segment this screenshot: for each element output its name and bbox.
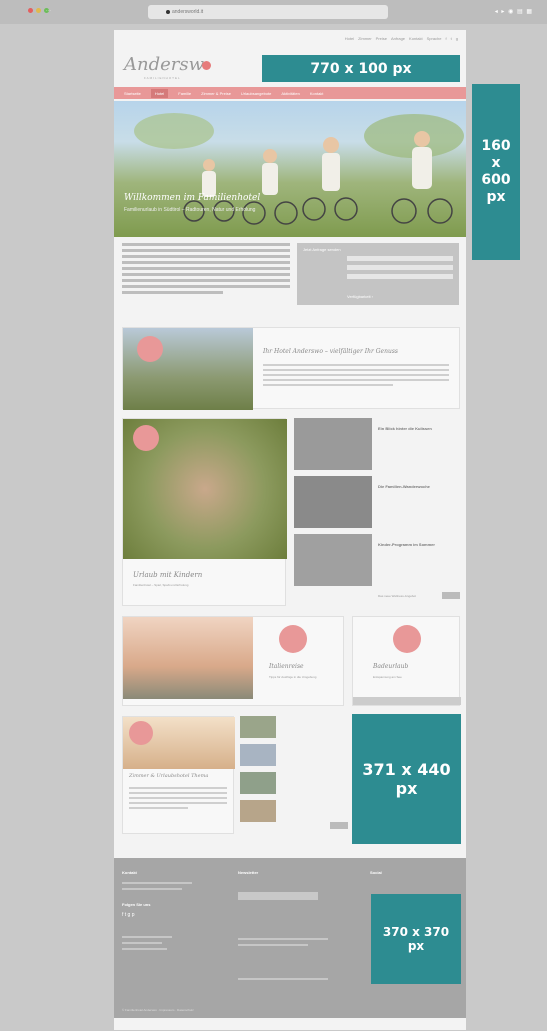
topnav-item[interactable]: Zimmer [358,36,372,41]
small-news-list [240,716,348,834]
news-title[interactable]: Das neue Wellness-Angebot [378,594,438,598]
footer-heading: Social [370,870,382,875]
feature-card-hotel[interactable]: Ihr Hotel Anderswo – vielfältiger Ihr Ge… [122,327,460,410]
footer-copyright: © Familienhotel Anderswo · Impressum · D… [122,1008,194,1012]
booking-submit-button[interactable]: Verfügbarkeit › [347,294,373,299]
badge-icon [129,721,153,745]
news-thumb[interactable] [240,744,276,766]
browser-chrome: ··· andersworld.it ◂ ▸ ◉ ▤ ▦ [0,0,547,24]
hero-title: Willkommen im Familienhotel [124,193,261,203]
ad-rectangle-large: 371 x 440 px [352,714,461,844]
social-icons[interactable]: f t g p [122,912,135,918]
topnav-item[interactable]: Kontakt [409,36,423,41]
ad-size-label: x [491,155,501,172]
footer-heading: Folgen Sie uns [122,902,151,907]
news-title[interactable]: Kinder-Programm im Sommer [378,542,458,547]
nav-item[interactable]: Startseite [124,91,141,96]
logo-text: Andersw [124,54,205,75]
feature-card-italy[interactable]: Italienreise Tipps für Ausflüge in die U… [122,616,344,706]
logo-subtitle: FAMILIENHOTEL [144,76,181,80]
family-cycling-illustration [134,113,464,225]
ad-leaderboard: 770 x 100 px [262,55,460,82]
browser-tabs[interactable]: ··· [46,8,51,14]
news-title[interactable]: Die Familien-Wanderwoche [378,484,458,489]
topnav-item[interactable]: Hotel [345,36,354,41]
feature-title: Urlaub mit Kindern [133,571,203,579]
feature-subtitle: Tipps für Ausflüge in die Umgebung [269,675,317,679]
town-photo [123,617,253,699]
card-footer-bar [353,697,461,705]
site-logo[interactable]: Andersw [124,54,212,75]
news-thumb[interactable] [240,772,276,794]
nav-item[interactable]: Familie [178,91,191,96]
ad-size-label: 370 x 370 [382,925,450,939]
news-thumb[interactable] [240,800,276,822]
footer-heading: Newsletter [238,870,259,875]
ad-size-label: 600 [481,172,511,188]
feature-title: Badeurlaub [373,663,409,670]
logo-dot-icon [202,60,212,70]
google-icon[interactable]: g [456,36,458,41]
newsletter-input[interactable] [238,892,318,900]
footer-heading: Kontakt [122,870,137,875]
feature-card-rooms[interactable]: Zimmer & Urlaubshotel Thema [122,716,235,834]
news-thumb[interactable] [240,716,276,738]
nav-item[interactable]: Aktivitäten [281,91,299,96]
facebook-icon[interactable]: f [446,36,447,41]
more-button[interactable] [330,822,348,829]
news-thumb[interactable] [294,418,372,470]
nav-item[interactable]: Kontakt [310,91,324,96]
feature-card-bath[interactable]: Badeurlaub Entspannung am See [352,616,461,706]
ad-size-label: 770 x 100 px [310,60,412,77]
badge-icon [279,625,307,653]
feature-title: Italienreise [269,663,304,670]
arrival-field[interactable] [347,256,453,261]
minimize-icon[interactable] [36,8,41,13]
feature-title: Ihr Hotel Anderswo – vielfältiger Ihr Ge… [263,348,398,355]
lock-icon [166,10,170,14]
feature-title: Zimmer & Urlaubshotel Thema [129,773,209,779]
badge-icon [393,625,421,653]
ad-size-label: px [486,188,506,205]
news-title[interactable]: Ein Blick hinter die Kulissen [378,426,458,431]
topnav-item[interactable]: Preise [376,36,387,41]
address-bar[interactable]: andersworld.it [148,5,388,19]
more-button[interactable] [442,592,460,599]
ad-size-label: px [407,939,425,953]
feature-subtitle: Familienhotel – Spiel, Spaß und Erholung [133,583,189,587]
topnav-item[interactable]: Anfrage [391,36,405,41]
news-thumb[interactable] [294,534,372,586]
nav-item[interactable]: Zimmer & Preise [201,91,231,96]
browser-toolbar-icons[interactable]: ◂ ▸ ◉ ▤ ▦ [495,8,533,15]
feature-subtitle: Entspannung am See [373,675,402,679]
hero-image: Willkommen im Familienhotel Familienurla… [114,101,466,237]
booking-form: Jetzt Anfrage senden Verfügbarkeit › [297,243,459,305]
news-list: Ein Blick hinter die Kulissen Die Famili… [294,418,460,606]
ad-skyscraper: 160 x 600 px [472,84,520,260]
nav-item-active[interactable]: Hotel [150,88,169,98]
ad-size-label: 371 x 440 [362,760,451,779]
ad-size-label: px [395,779,418,798]
nav-item[interactable]: Urlaubsangebote [241,91,271,96]
intro-paragraph [122,243,290,297]
guests-field[interactable] [347,274,453,279]
topnav-item[interactable]: Sprache [427,36,442,41]
badge-icon [137,336,163,362]
ad-size-label: 160 [481,138,511,155]
top-navigation: Hotel Zimmer Preise Anfrage Kontakt Spra… [345,36,458,41]
badge-icon [133,425,159,451]
close-icon[interactable] [28,8,33,13]
news-thumb[interactable] [294,476,372,528]
url-text: andersworld.it [172,9,204,15]
main-navigation: Startseite Hotel Familie Zimmer & Preise… [114,87,466,99]
departure-field[interactable] [347,265,453,270]
feature-card-kids[interactable]: Urlaub mit Kindern Familienhotel – Spiel… [122,418,287,606]
twitter-icon[interactable]: t [451,36,452,41]
hero-subtitle: Familienurlaub in Südtirol – Radtouren, … [124,207,256,213]
ad-square: 370 x 370 px [371,894,461,984]
booking-title: Jetzt Anfrage senden [303,247,341,252]
